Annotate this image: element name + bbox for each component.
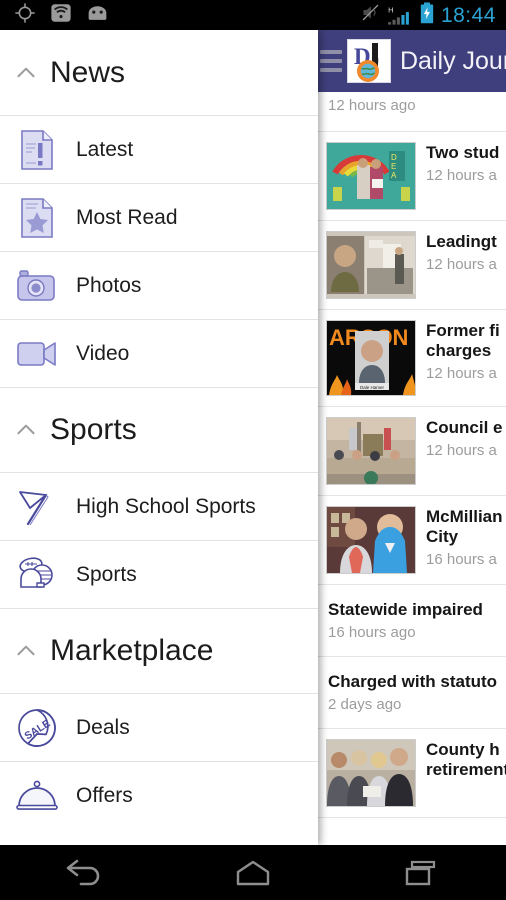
recents-button[interactable] — [377, 845, 467, 900]
news-timestamp: 12 hours a — [426, 167, 497, 185]
sidebar-item-video[interactable]: Video — [0, 319, 318, 387]
section-title: Marketplace — [50, 634, 214, 667]
sidebar-item-label: Most Read — [76, 206, 178, 229]
wifi-icon — [50, 2, 72, 29]
mute-icon — [360, 2, 381, 28]
list-item[interactable]: McMillian City 16 hours a — [318, 496, 506, 585]
news-timestamp: 12 hours a — [426, 256, 497, 274]
news-title: Two stud — [426, 143, 500, 162]
chevron-up-icon[interactable] — [12, 59, 40, 87]
back-button[interactable] — [39, 845, 129, 900]
camera-icon — [14, 263, 60, 309]
hamburger-menu-icon[interactable] — [320, 50, 342, 72]
news-title: Leadingt — [426, 232, 497, 251]
status-bar-right-icons: H 18:44 — [360, 2, 506, 29]
news-timestamp: 12 hours ago — [328, 97, 416, 114]
list-item[interactable]: Charged with statuto 2 days ago — [318, 657, 506, 729]
news-title: McMillian — [426, 507, 503, 526]
sidebar-item-label: High School Sports — [76, 495, 256, 518]
group-award-photo — [326, 739, 416, 807]
sidebar-item-label: Latest — [76, 138, 134, 161]
document-star-icon — [14, 195, 60, 241]
chevron-up-icon[interactable] — [12, 416, 40, 444]
drawer-section-sports[interactable]: Sports — [0, 387, 318, 472]
app-title: Daily Journ — [400, 46, 506, 75]
list-item[interactable]: Council e 12 hours a — [318, 407, 506, 496]
section-title: Sports — [50, 413, 137, 446]
app-bar: D Daily Journ — [318, 30, 506, 92]
news-timestamp: 12 hours a — [426, 442, 497, 460]
document-alert-icon — [14, 127, 60, 173]
gps-crosshair-icon — [14, 2, 36, 29]
news-title-line2: City — [426, 527, 459, 547]
students-rainbow-photo: D E A — [326, 142, 416, 210]
android-navigation-bar[interactable] — [0, 845, 506, 900]
signal-h-icon: H — [388, 5, 413, 26]
svg-text:E: E — [391, 162, 396, 171]
home-button[interactable] — [208, 845, 298, 900]
daily-journal-logo: D — [347, 39, 391, 83]
sidebar-item-label: Deals — [76, 716, 130, 739]
svg-text:Dale Hamer: Dale Hamer — [360, 385, 385, 390]
status-bar-clock: 18:44 — [440, 3, 496, 27]
section-title: News — [50, 55, 126, 89]
list-item[interactable]: Statewide impaired 16 hours ago — [318, 585, 506, 657]
sidebar-item-deals[interactable]: SALE Deals — [0, 693, 318, 761]
news-timestamp: 2 days ago — [328, 696, 402, 714]
svg-text:H: H — [388, 5, 394, 14]
arson-mugshot-photo: ARSON Dale Hamer — [326, 320, 416, 396]
list-item[interactable]: County h retirement — [318, 729, 506, 818]
sidebar-item-latest[interactable]: Latest — [0, 115, 318, 183]
list-item[interactable]: 12 hours ago — [318, 92, 506, 132]
news-title-line2: charges — [426, 341, 492, 361]
android-robot-icon — [86, 4, 109, 26]
news-title: Charged with statuto — [328, 672, 498, 691]
drawer-section-marketplace[interactable]: Marketplace — [0, 608, 318, 693]
sidebar-item-label: Video — [76, 342, 130, 365]
news-title: Former fi — [426, 321, 500, 340]
news-title: Council e — [426, 418, 503, 437]
navigation-drawer[interactable]: News Latest Most Read Photos Video Sport… — [0, 30, 318, 845]
sidebar-item-label: Sports — [76, 563, 137, 586]
sale-sticker-icon: SALE — [14, 705, 60, 751]
status-bar: H 18:44 — [0, 0, 506, 30]
sidebar-item-photos[interactable]: Photos — [0, 251, 318, 319]
svg-text:D: D — [391, 153, 397, 162]
list-item[interactable]: ARSON Dale Hamer Former fi charges 12 ho… — [318, 310, 506, 407]
news-timestamp: 16 hours a — [426, 551, 497, 569]
news-list[interactable]: 12 hours ago D E A Two stud 12 hours a L… — [318, 92, 506, 845]
chevron-up-icon[interactable] — [12, 637, 40, 665]
serving-cloche-icon — [14, 773, 60, 819]
news-title-line2: retirement — [426, 760, 506, 780]
list-item[interactable]: Leadingt 12 hours a — [318, 221, 506, 310]
news-title: Statewide impaired — [328, 600, 483, 619]
battery-charging-icon — [420, 2, 434, 29]
video-camera-icon — [14, 331, 60, 377]
sidebar-item-sports[interactable]: Sports — [0, 540, 318, 608]
sidebar-item-most-read[interactable]: Most Read — [0, 183, 318, 251]
sidebar-item-label: Photos — [76, 274, 142, 297]
status-bar-left-icons — [0, 2, 109, 29]
news-title: County h — [426, 740, 500, 759]
sidebar-item-high-school-sports[interactable]: High School Sports — [0, 472, 318, 540]
pennant-flag-icon — [14, 484, 60, 530]
sports-balls-icon — [14, 552, 60, 598]
svg-text:A: A — [391, 171, 397, 180]
sidebar-item-offers[interactable]: Offers — [0, 761, 318, 829]
news-timestamp: 12 hours a — [426, 365, 497, 383]
news-timestamp: 16 hours ago — [328, 624, 416, 642]
sidebar-item-label: Offers — [76, 784, 133, 807]
council-meeting-photo — [326, 417, 416, 485]
leadership-meeting-photo — [326, 231, 416, 299]
drawer-section-news[interactable]: News — [0, 30, 318, 115]
two-women-photo — [326, 506, 416, 574]
list-item[interactable]: D E A Two stud 12 hours a — [318, 132, 506, 221]
